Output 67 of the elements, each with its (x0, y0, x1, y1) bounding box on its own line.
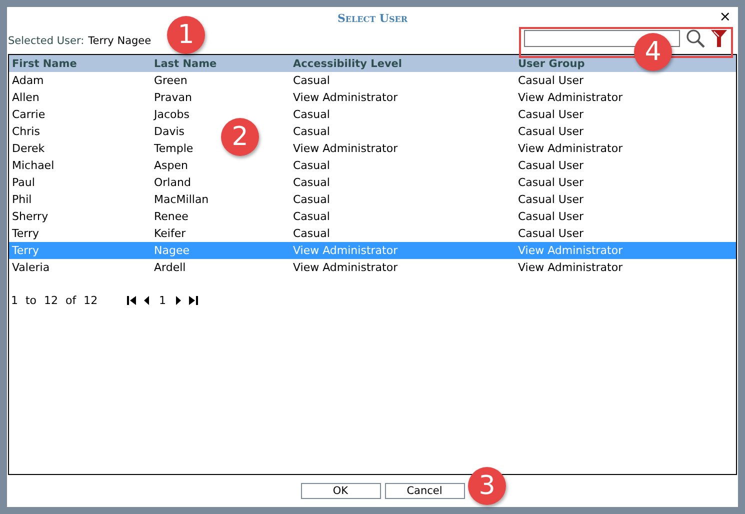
table-cell: View Administrator (292, 244, 398, 257)
table-cell: View Administrator (517, 91, 623, 104)
table-cell: Allen (11, 91, 40, 104)
table-cell: Casual User (517, 74, 584, 87)
table-cell: View Administrator (517, 244, 623, 257)
table-cell: View Administrator (292, 91, 398, 104)
table-cell: Ardell (153, 261, 186, 274)
selected-row[interactable]: Terry Nagee View Administrator View Administrator (9, 242, 736, 259)
filter-icon[interactable] (711, 30, 727, 47)
table-cell: Casual User (517, 210, 584, 223)
table-cell: Casual User (517, 108, 584, 121)
table-cell: Terry (11, 227, 39, 240)
page-number: 1 (158, 294, 167, 307)
table-cell: View Administrator (292, 142, 398, 155)
table-cell: Phil (11, 193, 32, 206)
table-cell: View Administrator (517, 142, 623, 155)
column-header[interactable]: First Name (11, 58, 77, 70)
table-cell: Davis (153, 125, 185, 138)
table-cell: Casual (292, 227, 330, 240)
table-cell: Chris (11, 125, 40, 138)
table-cell: Paul (11, 176, 35, 189)
table-cell: Orland (153, 176, 191, 189)
table-cell: Casual (292, 159, 330, 172)
column-header[interactable]: User Group (517, 58, 585, 70)
column-header[interactable]: Last Name (153, 58, 217, 70)
table-cell: Casual (292, 108, 330, 121)
table-cell: Aspen (153, 159, 188, 172)
table-cell: Michael (11, 159, 54, 172)
table-cell: Casual User (517, 227, 584, 240)
table-cell: Adam (11, 74, 44, 87)
table-cell: View Administrator (517, 261, 623, 274)
table-cell: Renee (153, 210, 188, 223)
table-cell: Nagee (153, 244, 190, 257)
table-cell: Casual User (517, 176, 584, 189)
table-cell: Temple (153, 142, 194, 155)
close-button[interactable]: × (719, 10, 731, 24)
table-cell: Carrie (11, 108, 46, 121)
record-range: 1 to 12 of 12 (11, 294, 99, 307)
table-cell: View Administrator (292, 261, 398, 274)
callout-badge: 3 (468, 467, 506, 505)
table-cell: Casual User (517, 193, 584, 206)
table-cell: Casual User (517, 125, 584, 138)
selected-user-label: Selected User: (8, 34, 84, 46)
callout-badge: 1 (167, 16, 205, 54)
table-cell: Valeria (11, 261, 50, 274)
last-page-icon[interactable] (188, 295, 199, 306)
table-cell: Sherry (11, 210, 48, 223)
search-icon[interactable] (686, 29, 705, 48)
table-cell: Green (153, 74, 188, 87)
ok-button[interactable]: OK (300, 483, 380, 499)
table-cell: Casual (292, 125, 330, 138)
column-header[interactable]: Accessibility Level (292, 58, 402, 70)
table-cell: Terry (11, 244, 39, 257)
table-cell: Casual User (517, 159, 584, 172)
table-cell: Casual (292, 74, 330, 87)
table-cell: Keifer (153, 227, 186, 240)
first-page-icon[interactable] (126, 295, 137, 306)
cancel-button[interactable]: Cancel (384, 483, 464, 499)
table-cell: MacMillan (153, 193, 209, 206)
table-cell: Derek (11, 142, 45, 155)
table-cell: Casual (292, 210, 330, 223)
selected-user-value: Terry Nagee (88, 34, 152, 46)
table-cell: Jacobs (153, 108, 190, 121)
table-cell: Casual (292, 176, 330, 189)
table-cell: Pravan (153, 91, 192, 104)
table-cell: Casual (292, 193, 330, 206)
dialog-title: Select User (337, 12, 408, 24)
